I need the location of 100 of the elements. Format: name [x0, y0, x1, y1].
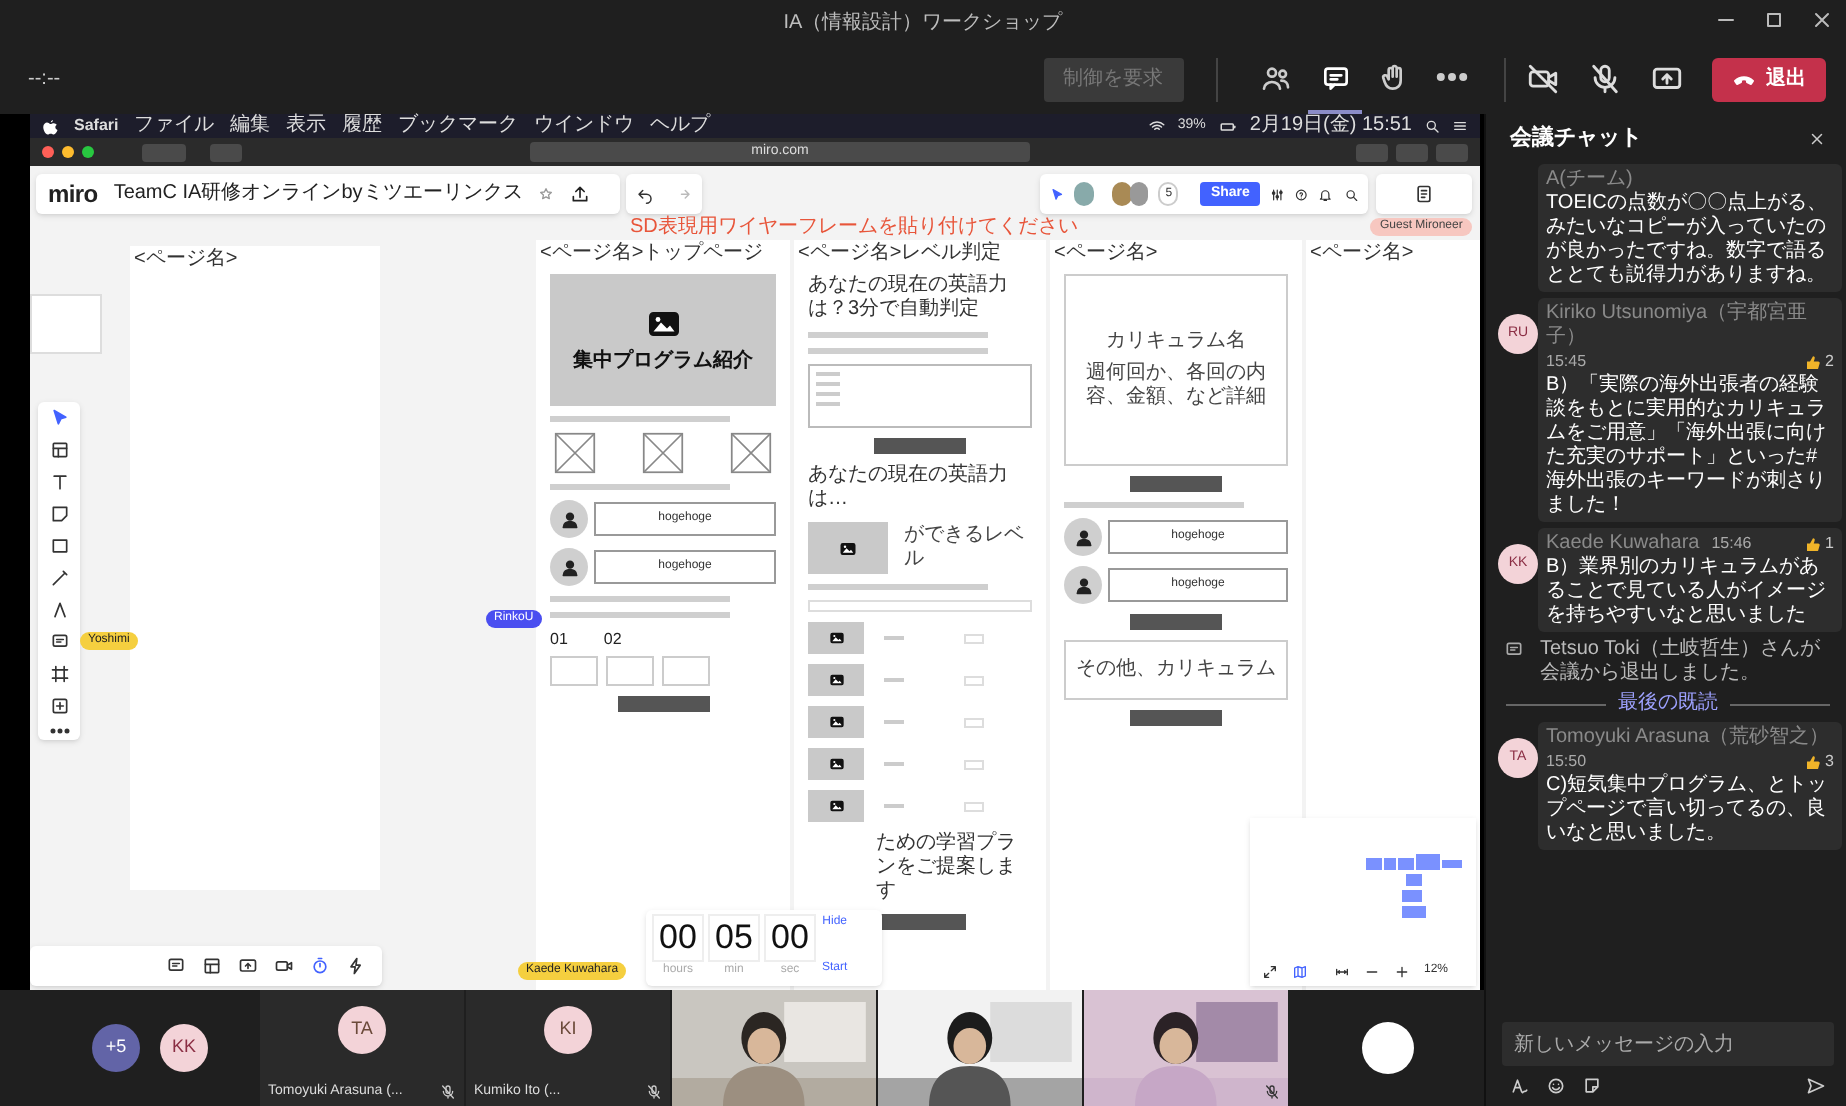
frame-label: <ページ名> — [134, 248, 238, 270]
message-time: 15:50 — [1546, 750, 1587, 774]
placeholder-image-icon — [642, 432, 684, 474]
thumbs-up-icon — [1803, 753, 1822, 771]
miro-logo[interactable]: miro — [48, 176, 98, 212]
small-field — [964, 633, 984, 643]
frame-label: <ページ名> — [1310, 242, 1414, 264]
person-icon — [1073, 527, 1093, 547]
select-tool-icon[interactable] — [49, 408, 69, 428]
apps-icon[interactable] — [202, 956, 222, 976]
collaborator-avatar[interactable] — [1129, 182, 1149, 206]
cursor-icon[interactable] — [1050, 185, 1065, 203]
menu-item[interactable]: 履歴 — [342, 114, 383, 138]
document-icon[interactable] — [1414, 184, 1434, 204]
fit-screen-icon[interactable] — [1334, 963, 1350, 979]
send-icon[interactable] — [1806, 1076, 1826, 1096]
map-icon[interactable] — [1292, 963, 1308, 979]
frame-label: <ページ名>トップページ — [540, 242, 764, 264]
pen-tool-icon[interactable] — [49, 568, 69, 588]
timer-icon[interactable] — [310, 956, 330, 976]
chat-icon — [1319, 61, 1352, 93]
maximize-icon[interactable] — [1762, 8, 1786, 32]
sticky-note-tool-icon[interactable] — [49, 504, 69, 524]
author-name: A(チーム) — [1546, 168, 1633, 191]
search-icon[interactable] — [1343, 185, 1358, 203]
close-icon[interactable] — [1808, 130, 1826, 148]
small-field — [964, 759, 984, 769]
timer-digits: 05 — [708, 914, 760, 962]
sticker-icon[interactable] — [1582, 1076, 1602, 1096]
collaborator-avatar[interactable] — [1111, 182, 1132, 206]
participant-avatar — [1361, 1022, 1413, 1074]
menu-item[interactable]: Safari — [74, 114, 119, 138]
format-icon[interactable] — [1510, 1076, 1530, 1096]
like-count: 2 — [1825, 350, 1834, 374]
menu-item[interactable]: 表示 — [286, 114, 327, 138]
message-input[interactable]: 新しいメッセージの入力 — [1502, 1022, 1834, 1066]
chat-icon[interactable] — [166, 956, 186, 976]
undo-icon[interactable] — [636, 185, 654, 203]
people-icon — [1260, 61, 1293, 93]
message-text: B）「実際の海外出張者の経験談をもとに実用的なカリキュラムをご用意」「海外出張に向けた充実のサポート」といった#海外出張のキーワードが刺さりました！ — [1546, 374, 1828, 518]
image-icon — [838, 539, 859, 557]
step-card — [550, 656, 598, 686]
emoji-icon[interactable] — [1546, 1076, 1566, 1096]
zoom-in-icon[interactable] — [1394, 963, 1410, 979]
box-text: その他、カリキュラム — [1076, 658, 1276, 682]
search-icon[interactable] — [1424, 118, 1440, 134]
board-title[interactable]: TeamC IA研修オンラインbyミツエーリンクス — [113, 182, 523, 206]
export-icon[interactable] — [238, 956, 258, 976]
connector-tool-icon[interactable] — [49, 600, 69, 620]
menu-clock[interactable]: 2月19日(金) 15:51 — [1249, 114, 1412, 138]
template-tool-icon[interactable] — [49, 440, 69, 460]
placeholder-image-icon — [554, 432, 596, 474]
step-number: 02 — [603, 628, 622, 652]
bell-icon[interactable] — [1318, 185, 1334, 203]
battery-icon[interactable] — [1217, 117, 1238, 135]
menu-icon[interactable] — [1452, 118, 1468, 134]
comment-tool-icon[interactable] — [49, 632, 69, 652]
leave-button[interactable]: 退出 — [1712, 57, 1827, 101]
more-participants-badge[interactable]: +5 — [92, 1024, 140, 1072]
text-tool-icon[interactable] — [49, 472, 69, 492]
thumbs-up-icon — [1803, 535, 1822, 553]
frame-label: <ページ名> — [1054, 242, 1158, 264]
close-icon[interactable] — [1810, 8, 1834, 32]
section-heading: あなたの現在の英語力は… — [808, 464, 1010, 512]
section-heading: あなたの現在の英語力は？3分で自動判定 — [808, 274, 1010, 322]
message-time: 15:46 — [1711, 532, 1752, 556]
menu-item[interactable]: ヘルプ — [650, 114, 711, 138]
image-icon — [827, 798, 845, 814]
star-icon[interactable] — [538, 186, 555, 202]
settings-icon[interactable] — [1269, 185, 1285, 203]
video-icon[interactable] — [274, 956, 294, 976]
event-text: Tetsuo Toki（土岐哲生）さんが会議から退出しました。 — [1540, 638, 1822, 686]
hero-title: 集中プログラム紹介 — [573, 350, 753, 374]
apple-icon[interactable] — [42, 117, 58, 135]
step-card — [662, 656, 710, 686]
menu-item[interactable]: ファイル — [134, 114, 215, 138]
frame-tool-icon[interactable] — [49, 664, 69, 684]
bolt-icon[interactable] — [346, 956, 366, 976]
wifi-icon[interactable] — [1147, 117, 1166, 135]
chat-title: 会議チャット — [1510, 123, 1642, 155]
box-text: 週何回か、各回の内容、金額、など詳細 — [1084, 362, 1268, 410]
frame-label: <ページ名>レベル判定 — [798, 242, 1002, 264]
shape-tool-icon[interactable] — [49, 536, 69, 556]
menu-item[interactable]: ウインドウ — [534, 114, 635, 138]
participant-avatar: TA — [338, 1006, 386, 1054]
microphone-off-icon[interactable] — [1588, 62, 1623, 96]
message-text: C)短気集中プログラム、とトップページで言い切ってるの、良いなと思いました。 — [1546, 774, 1830, 846]
add-tool-icon[interactable] — [49, 696, 69, 716]
person-icon — [1073, 575, 1093, 595]
upload-icon[interactable] — [570, 184, 591, 204]
help-icon[interactable] — [1294, 185, 1309, 203]
caption-text: ための学習プランをご提案します — [876, 832, 1018, 904]
menu-item[interactable]: ブックマーク — [398, 114, 519, 138]
menu-item[interactable]: 編集 — [230, 114, 271, 138]
box-text: カリキュラム名 — [1106, 330, 1246, 354]
small-field — [964, 675, 984, 685]
author-name: Kaede Kuwahara — [1546, 532, 1700, 555]
camera-off-icon[interactable] — [1526, 62, 1561, 96]
expand-icon[interactable] — [1262, 963, 1278, 979]
more-icon[interactable] — [49, 728, 69, 734]
